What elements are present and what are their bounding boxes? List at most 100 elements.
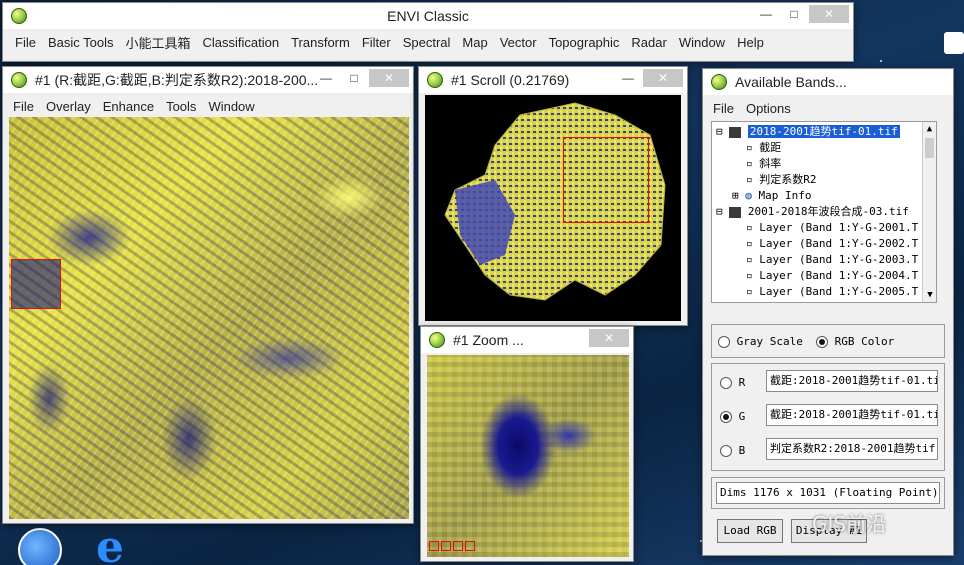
zoom-control-box[interactable] <box>429 541 439 551</box>
menu-classification[interactable]: Classification <box>196 35 285 50</box>
zoom-window: #1 Zoom ... ✕ <box>420 326 634 562</box>
menu-filter[interactable]: Filter <box>356 35 397 50</box>
menu-spectral[interactable]: Spectral <box>397 35 457 50</box>
menu-file[interactable]: File <box>707 101 740 116</box>
menu-map[interactable]: Map <box>456 35 493 50</box>
rgb-color-radio[interactable] <box>816 336 828 348</box>
menu-tools[interactable]: Tools <box>160 99 202 114</box>
minimize-icon[interactable]: — <box>615 69 641 87</box>
menu-vector[interactable]: Vector <box>494 35 543 50</box>
scroll-down-icon[interactable]: ▼ <box>923 288 936 302</box>
tree-band-row[interactable]: ▫ Layer (Band 1:Y-G-2002.T <box>746 236 918 252</box>
menu-topographic[interactable]: Topographic <box>543 35 626 50</box>
tree-band-label: 截距 <box>759 141 782 154</box>
bands-window-title: Available Bands... <box>735 74 847 90</box>
zoom-control-box[interactable] <box>441 541 451 551</box>
zoom-control-box[interactable] <box>465 541 475 551</box>
tree-band-row[interactable]: ▫ 判定系数R2 <box>746 172 817 188</box>
close-icon[interactable]: ✕ <box>809 5 849 23</box>
tree-scrollbar[interactable]: ▲ ▼ <box>922 122 936 302</box>
r-option[interactable]: R <box>720 376 745 389</box>
scroll-thumb[interactable] <box>925 138 934 158</box>
tree-file-row[interactable]: ⊟ 2018-2001趋势tif-01.tif <box>716 124 900 140</box>
envi-main-menubar: File Basic Tools 小能工具箱 Classification Tr… <box>9 31 853 53</box>
menu-transform[interactable]: Transform <box>285 35 356 50</box>
menu-toolbox[interactable]: 小能工具箱 <box>119 33 196 52</box>
dims-group: Dims 1176 x 1031 (Floating Point) [ <box>711 477 945 509</box>
desktop-icon-sogou[interactable] <box>18 528 62 565</box>
zoom-window-titlebar[interactable]: #1 Zoom ... ✕ <box>421 327 633 353</box>
maximize-icon[interactable]: □ <box>341 69 367 87</box>
b-radio[interactable] <box>720 445 732 457</box>
zoom-control-box[interactable] <box>453 541 463 551</box>
tree-file-row[interactable]: ⊟ 2001-2018年波段合成-03.tif <box>716 204 909 220</box>
zoom-region-box[interactable] <box>11 259 61 309</box>
minimize-icon[interactable]: — <box>753 5 779 23</box>
menu-options[interactable]: Options <box>740 101 797 116</box>
menu-basic-tools[interactable]: Basic Tools <box>42 35 120 50</box>
available-bands-window: Available Bands... File Options ⊟ 2018-2… <box>702 68 954 556</box>
b-band-field[interactable]: 判定系数R2:2018-2001趋势tif- <box>766 438 938 460</box>
menu-radar[interactable]: Radar <box>625 35 672 50</box>
tree-band-row[interactable]: ▫ 斜率 <box>746 156 781 172</box>
gray-scale-option[interactable]: Gray Scale <box>718 335 803 348</box>
tree-band-label: Layer (Band 1:Y-G-2002.T <box>759 237 919 250</box>
desktop-icon-ie[interactable]: e <box>96 526 144 565</box>
envi-main-titlebar[interactable]: ENVI Classic — □ ✕ <box>3 3 853 29</box>
image-window-menubar: File Overlay Enhance Tools Window <box>7 95 413 117</box>
menu-enhance[interactable]: Enhance <box>97 99 160 114</box>
menu-file[interactable]: File <box>9 35 42 50</box>
tree-band-label: Layer (Band 1:Y-G-2004.T <box>759 269 919 282</box>
r-band-field[interactable]: 截距:2018-2001趋势tif-01.tif <box>766 370 938 392</box>
envi-main-window: ENVI Classic — □ ✕ File Basic Tools 小能工具… <box>2 2 854 62</box>
scroll-window: #1 Scroll (0.21769) — ✕ <box>418 66 688 326</box>
menu-window[interactable]: Window <box>202 99 260 114</box>
g-radio[interactable] <box>720 411 732 423</box>
close-icon[interactable]: ✕ <box>369 69 409 87</box>
globe-icon: ◍ <box>745 189 752 202</box>
menu-file[interactable]: File <box>7 99 40 114</box>
maximize-icon[interactable]: □ <box>781 5 807 23</box>
tree-band-row[interactable]: ▫ Layer (Band 1:Y-G-2004.T <box>746 268 918 284</box>
menu-overlay[interactable]: Overlay <box>40 99 97 114</box>
close-icon[interactable]: ✕ <box>589 329 629 347</box>
b-option[interactable]: B <box>720 444 745 457</box>
scroll-window-titlebar[interactable]: #1 Scroll (0.21769) — ✕ <box>419 67 687 93</box>
rgb-color-option[interactable]: RGB Color <box>816 335 894 348</box>
gray-scale-radio[interactable] <box>718 336 730 348</box>
tree-band-label: Layer (Band 1:Y-G-2003.T <box>759 253 919 266</box>
gray-scale-label: Gray Scale <box>736 335 803 348</box>
image-window-titlebar[interactable]: #1 (R:截距,G:截距,B:判定系数R2):2018-200... — □ … <box>3 67 413 93</box>
load-rgb-button[interactable]: Load RGB <box>717 519 783 543</box>
tree-band-label: 斜率 <box>759 157 782 170</box>
tree-band-label: Layer (Band 1:Y-G-2001.T <box>759 221 919 234</box>
r-radio[interactable] <box>720 377 732 389</box>
rgb-band-group: R 截距:2018-2001趋势tif-01.tif G 截距:2018-200… <box>711 363 945 471</box>
desktop-icon-doc[interactable] <box>944 32 964 54</box>
close-icon[interactable]: ✕ <box>643 69 683 87</box>
bands-window-menubar: File Options <box>707 97 953 119</box>
zoom-display[interactable] <box>427 355 629 557</box>
tree-band-row[interactable]: ▫ Layer (Band 1:Y-G-2005.T <box>746 284 918 300</box>
r-label: R <box>738 376 746 389</box>
scroll-display[interactable] <box>425 95 681 321</box>
envi-app-icon <box>429 332 445 348</box>
scroll-viewport-box[interactable] <box>563 137 649 223</box>
tree-band-row[interactable]: ▫ Layer (Band 1:Y-G-2001.T <box>746 220 918 236</box>
bands-window-titlebar[interactable]: Available Bands... <box>703 69 953 95</box>
image-window: #1 (R:截距,G:截距,B:判定系数R2):2018-200... — □ … <box>2 66 414 524</box>
envi-app-icon <box>427 72 443 88</box>
image-window-title: #1 (R:截距,G:截距,B:判定系数R2):2018-200... <box>35 72 319 88</box>
minimize-icon[interactable]: — <box>313 69 339 87</box>
zoom-window-title: #1 Zoom ... <box>453 332 524 348</box>
g-option[interactable]: G <box>720 410 745 423</box>
tree-file-label: 2018-2001趋势tif-01.tif <box>747 125 900 138</box>
scroll-up-icon[interactable]: ▲ <box>923 122 936 136</box>
image-display[interactable] <box>9 117 409 519</box>
g-band-field[interactable]: 截距:2018-2001趋势tif-01.tif <box>766 404 938 426</box>
tree-mapinfo-row[interactable]: ⊞ ◍ Map Info <box>732 188 811 204</box>
menu-help[interactable]: Help <box>731 35 770 50</box>
tree-band-row[interactable]: ▫ 截距 <box>746 140 781 156</box>
tree-band-row[interactable]: ▫ Layer (Band 1:Y-G-2003.T <box>746 252 918 268</box>
menu-window[interactable]: Window <box>673 35 731 50</box>
